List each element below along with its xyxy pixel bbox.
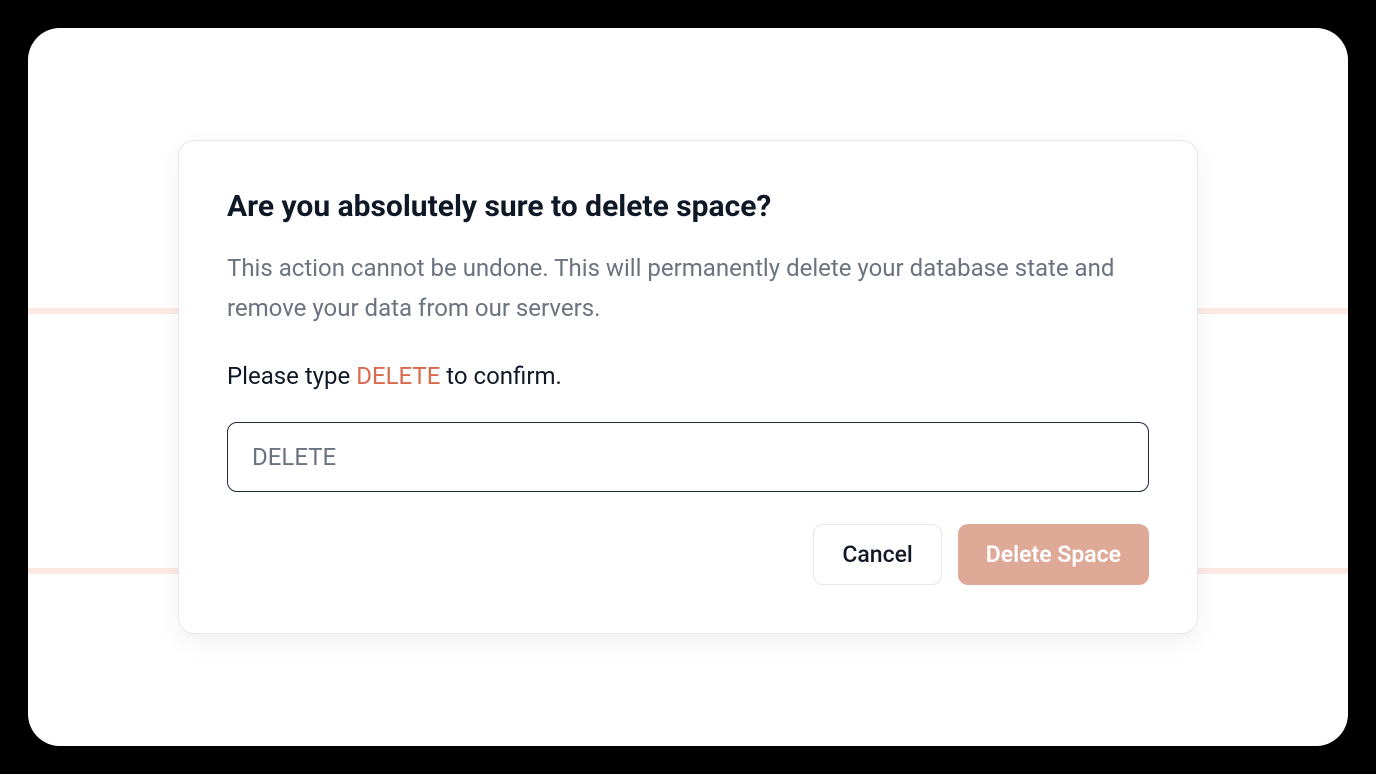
- confirm-prompt: Please type DELETE to confirm.: [227, 360, 1149, 394]
- confirm-prompt-prefix: Please type: [227, 362, 356, 390]
- dialog-title: Are you absolutely sure to delete space?: [227, 189, 1149, 225]
- confirm-prompt-suffix: to confirm.: [440, 362, 562, 390]
- dialog-description: This action cannot be undone. This will …: [227, 249, 1149, 328]
- confirm-input[interactable]: [227, 422, 1149, 492]
- button-row: Cancel Delete Space: [227, 524, 1149, 585]
- delete-confirmation-dialog: Are you absolutely sure to delete space?…: [178, 140, 1198, 634]
- outer-panel: Are you absolutely sure to delete space?…: [28, 28, 1348, 746]
- delete-space-button[interactable]: Delete Space: [958, 524, 1149, 585]
- confirm-keyword: DELETE: [356, 362, 440, 390]
- cancel-button[interactable]: Cancel: [813, 524, 941, 585]
